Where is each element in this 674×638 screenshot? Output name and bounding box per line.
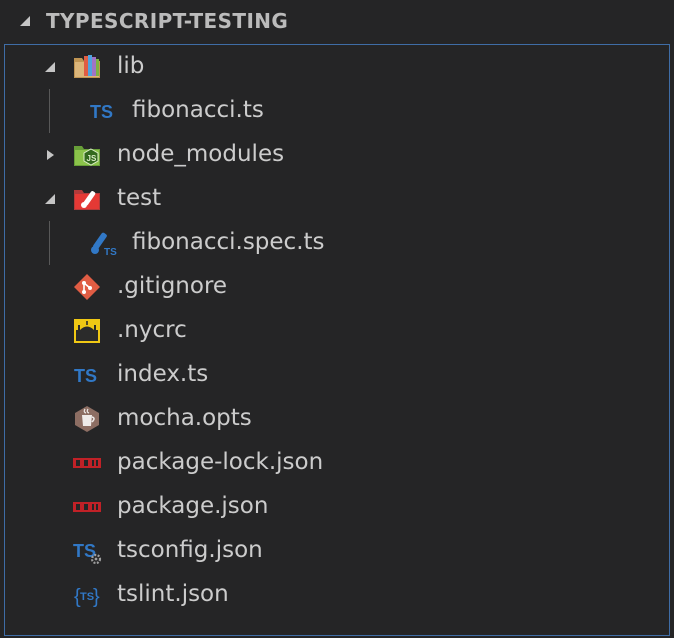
svg-text:TS: TS bbox=[73, 541, 96, 561]
explorer-section-header[interactable]: TYPESCRIPT-TESTING bbox=[0, 0, 674, 44]
tree-item-label: mocha.opts bbox=[117, 405, 252, 431]
svg-text:JS: JS bbox=[87, 154, 97, 163]
folder-test-icon bbox=[71, 184, 103, 214]
test-spec-file-icon: TS bbox=[87, 228, 119, 258]
folder-lib-icon bbox=[71, 52, 103, 82]
tree-item-label: .gitignore bbox=[117, 273, 228, 299]
tree-item-test[interactable]: test bbox=[5, 177, 669, 221]
tree-item-tslint-json[interactable]: { } TS tslint.json bbox=[5, 573, 669, 617]
tree-item-nycrc[interactable]: .nycrc bbox=[5, 309, 669, 353]
tree-item-index-ts[interactable]: TS index.ts bbox=[5, 353, 669, 397]
tree-item-mocha-opts[interactable]: mocha.opts bbox=[5, 397, 669, 441]
section-title: TYPESCRIPT-TESTING bbox=[46, 9, 289, 33]
tree-item-label: test bbox=[117, 185, 162, 211]
file-explorer: TYPESCRIPT-TESTING lib TS fibonacci.ts J… bbox=[0, 0, 674, 638]
tree-item-label: fibonacci.spec.ts bbox=[132, 229, 325, 255]
chevron-down-icon[interactable] bbox=[18, 14, 32, 28]
svg-text:TS: TS bbox=[80, 591, 94, 603]
npm-icon bbox=[71, 492, 103, 522]
file-tree: lib TS fibonacci.ts JS node_modules test… bbox=[4, 44, 670, 636]
tree-item-node-modules[interactable]: JS node_modules bbox=[5, 133, 669, 177]
tree-item-label: tslint.json bbox=[117, 581, 229, 607]
git-icon bbox=[71, 272, 103, 302]
tree-item-label: index.ts bbox=[117, 361, 209, 387]
tree-item-label: lib bbox=[117, 53, 145, 79]
tslint-icon: { } TS bbox=[71, 580, 103, 610]
tree-item-fibonacci-spec-ts[interactable]: TS fibonacci.spec.ts bbox=[5, 221, 669, 265]
typescript-file-icon: TS bbox=[87, 96, 119, 126]
typescript-file-icon: TS bbox=[71, 360, 103, 390]
tree-item-label: package-lock.json bbox=[117, 449, 324, 475]
svg-text:TS: TS bbox=[74, 366, 97, 386]
tree-item-package-lock-json[interactable]: package-lock.json bbox=[5, 441, 669, 485]
mocha-icon bbox=[71, 404, 103, 434]
svg-text:TS: TS bbox=[90, 102, 113, 122]
tree-item-label: node_modules bbox=[117, 141, 285, 167]
npm-icon bbox=[71, 448, 103, 478]
tree-item-label: .nycrc bbox=[117, 317, 187, 343]
tsconfig-icon: TS bbox=[71, 536, 103, 566]
istanbul-icon bbox=[71, 316, 103, 346]
tree-item-label: tsconfig.json bbox=[117, 537, 263, 563]
svg-text:TS: TS bbox=[104, 247, 117, 258]
tree-item-label: fibonacci.ts bbox=[132, 97, 264, 123]
tree-item-fibonacci-ts[interactable]: TS fibonacci.ts bbox=[5, 89, 669, 133]
tree-item-tsconfig-json[interactable]: TS tsconfig.json bbox=[5, 529, 669, 573]
chevron-right-icon[interactable] bbox=[43, 148, 57, 162]
tree-item-package-json[interactable]: package.json bbox=[5, 485, 669, 529]
chevron-down-icon[interactable] bbox=[43, 192, 57, 206]
tree-item-lib[interactable]: lib bbox=[5, 45, 669, 89]
tree-item-gitignore[interactable]: .gitignore bbox=[5, 265, 669, 309]
tree-item-label: package.json bbox=[117, 493, 269, 519]
folder-node-icon: JS bbox=[71, 140, 103, 170]
chevron-down-icon[interactable] bbox=[43, 60, 57, 74]
